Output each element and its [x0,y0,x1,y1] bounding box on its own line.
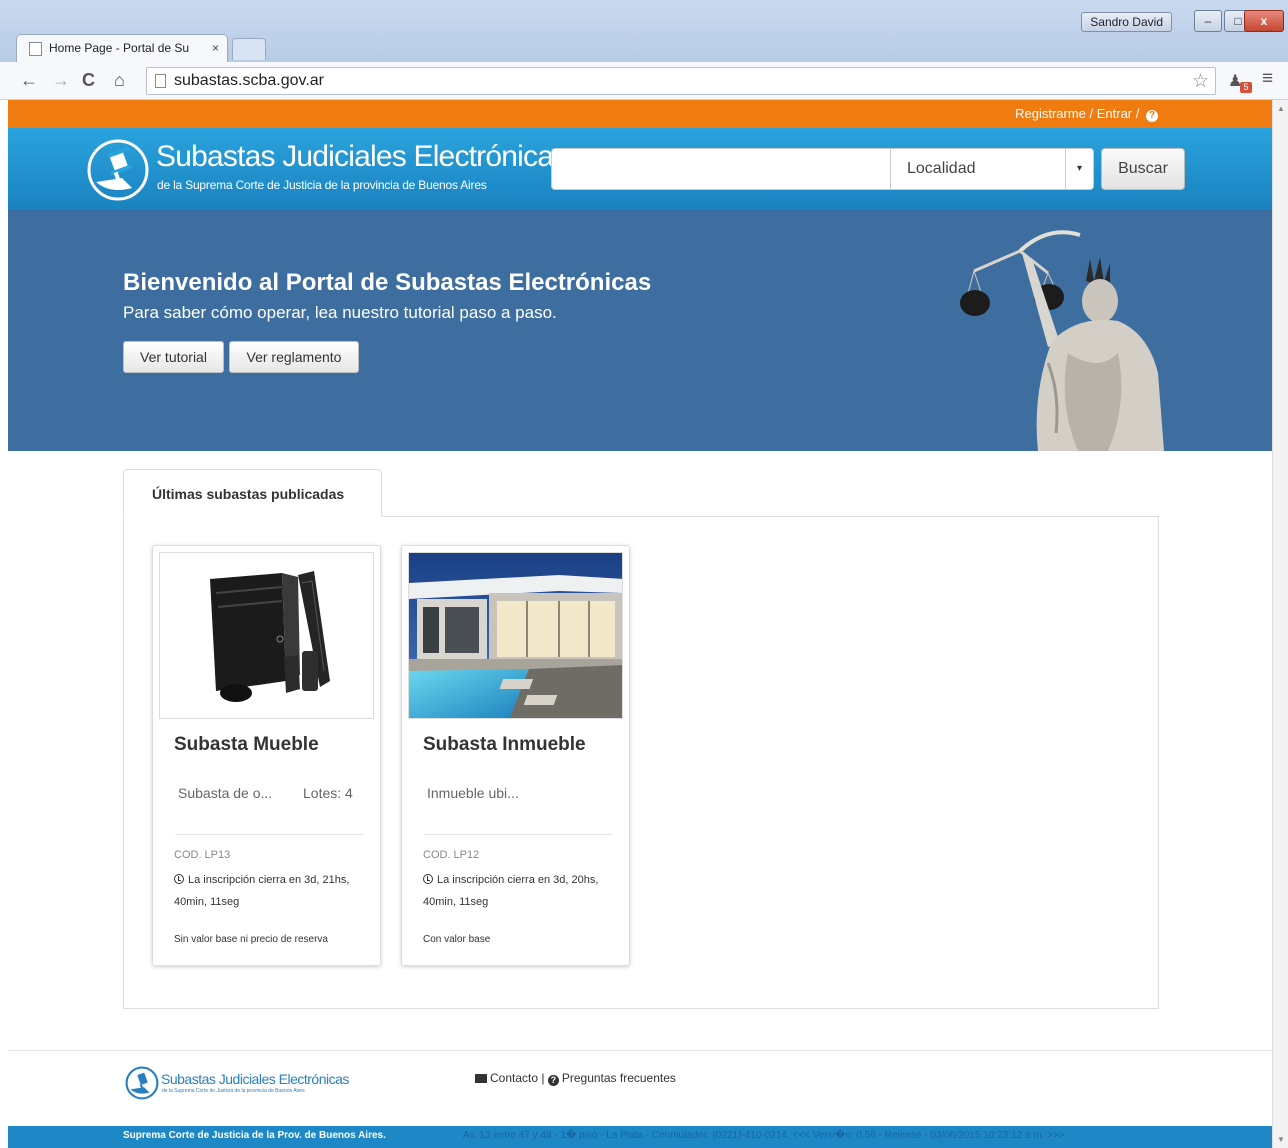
tab-latest-auctions[interactable]: Últimas subastas publicadas [123,469,382,517]
extension-badge: 5 [1240,82,1252,93]
auction-list-panel: Subasta Mueble Subasta de o... Lotes: 4 … [123,516,1159,1009]
auction-description: Subasta de o... [178,785,273,801]
home-icon[interactable]: ⌂ [114,70,125,90]
browser-tab[interactable]: Home Page - Portal de Su × [16,34,228,62]
hamburger-menu-icon[interactable]: ≡ [1262,68,1273,90]
reload-icon[interactable]: C [82,70,95,90]
desktop-pc-image [160,553,373,718]
locality-select[interactable]: Localidad [890,148,1066,190]
page-viewport: Registrarme / Entrar / ? Subastas Judici… [8,100,1272,1148]
search-input[interactable] [551,148,890,190]
footer-info-bar: Suprema Corte de Justicia de la Prov. de… [8,1126,1272,1148]
scroll-up-icon[interactable]: ▲ [1277,104,1285,113]
help-icon[interactable]: ? [1146,110,1158,122]
close-window-button[interactable]: x [1244,10,1284,32]
footer-links: Contacto | ? Preguntas frecuentes [475,1071,676,1086]
contact-link[interactable]: Contacto [490,1071,538,1085]
latest-auctions-section: Últimas subastas publicadas Subasta Mueb… [8,451,1272,1050]
deadline-text: La inscripción cierra en 3d, 20hs, 40min… [423,874,599,908]
auction-lots: Lotes: 4 [303,785,353,801]
window-user-badge[interactable]: Sandro David [1081,12,1172,32]
page-favicon-icon [29,42,42,56]
hero-subtitle: Para saber cómo operar, lea nuestro tuto… [123,303,557,322]
hero-title: Bienvenido al Portal de Subastas Electró… [123,269,652,296]
divider [175,834,364,835]
auction-card[interactable]: Subasta Mueble Subasta de o... Lotes: 4 … [152,545,381,966]
back-arrow-icon[interactable]: ← [20,70,38,90]
site-subtitle: de la Suprema Corte de Justicia de la pr… [157,178,487,192]
address-bar[interactable]: subastas.scba.gov.ar ☆ [146,67,1216,95]
welcome-banner: Bienvenido al Portal de Subastas Electró… [8,209,1272,451]
auction-deadline: La inscripción cierra en 3d, 20hs, 40min… [423,869,618,913]
register-login-link[interactable]: Registrarme / Entrar / [1015,106,1139,121]
auction-title[interactable]: Subasta Mueble [174,734,319,756]
tab-close-icon[interactable]: × [212,35,219,61]
gavel-logo-icon[interactable] [86,138,150,202]
footer-title[interactable]: Subastas Judiciales Electrónicas [161,1071,349,1087]
clock-icon [174,874,184,884]
browser-toolbar: ← → C ⌂ subastas.scba.gov.ar ☆ ♟ 5 ≡ [0,62,1288,100]
bookmark-star-icon[interactable]: ☆ [1192,70,1209,93]
gavel-logo-icon[interactable] [125,1066,159,1100]
question-icon: ? [547,1075,559,1086]
auction-base-value: Con valor base [423,934,491,945]
auction-deadline: La inscripción cierra en 3d, 21hs, 40min… [174,869,369,913]
auction-image[interactable] [159,552,374,719]
envelope-icon [475,1074,487,1083]
view-rules-button[interactable]: Ver reglamento [229,341,359,373]
url-text[interactable]: subastas.scba.gov.ar [174,72,324,90]
browser-titlebar: Home Page - Portal de Su × Sandro David … [0,0,1288,62]
chevron-down-icon[interactable]: ▾ [1066,148,1094,190]
clock-icon [423,874,433,884]
divider [424,834,613,835]
site-title[interactable]: Subastas Judiciales Electrónicas [156,140,568,174]
tab-title: Home Page - Portal de Su [49,41,190,55]
auction-image[interactable] [408,552,623,719]
footer-subtitle: de la Suprema Corte de Justicia de la pr… [162,1088,305,1094]
footer-address-version: Av. 13 entre 47 y 48 - 1� piso - La Plat… [463,1130,1065,1141]
footer-organization: Suprema Corte de Justicia de la Prov. de… [123,1130,386,1141]
auction-card[interactable]: Subasta Inmueble Inmueble ubi... COD. LP… [401,545,630,966]
separator: | [541,1071,545,1085]
auction-base-value: Sin valor base ni precio de reserva [174,934,328,945]
new-tab-button[interactable] [232,38,266,60]
site-header: Subastas Judiciales Electrónicas de la S… [8,128,1272,209]
auth-bar: Registrarme / Entrar / ? [8,100,1272,128]
view-tutorial-button[interactable]: Ver tutorial [123,341,224,373]
scroll-down-icon[interactable]: ▼ [1277,1135,1285,1144]
auction-code: COD. LP13 [174,849,231,861]
auction-code: COD. LP12 [423,849,480,861]
deadline-text: La inscripción cierra en 3d, 21hs, 40min… [174,874,350,908]
auction-description: Inmueble ubi... [427,785,519,801]
search-button[interactable]: Buscar [1101,148,1185,190]
vertical-scrollbar[interactable]: ▲ ▼ [1272,100,1288,1148]
forward-arrow-icon[interactable]: → [52,70,70,90]
page-icon [155,74,166,88]
modern-house-image [409,553,622,718]
auth-links[interactable]: Registrarme / Entrar / ? [1015,106,1158,122]
auction-title[interactable]: Subasta Inmueble [423,734,586,756]
minimize-button[interactable]: – [1194,10,1222,32]
justice-statue-image [960,230,1164,451]
site-footer: Subastas Judiciales Electrónicas de la S… [8,1051,1272,1129]
faq-link[interactable]: Preguntas frecuentes [562,1071,676,1085]
